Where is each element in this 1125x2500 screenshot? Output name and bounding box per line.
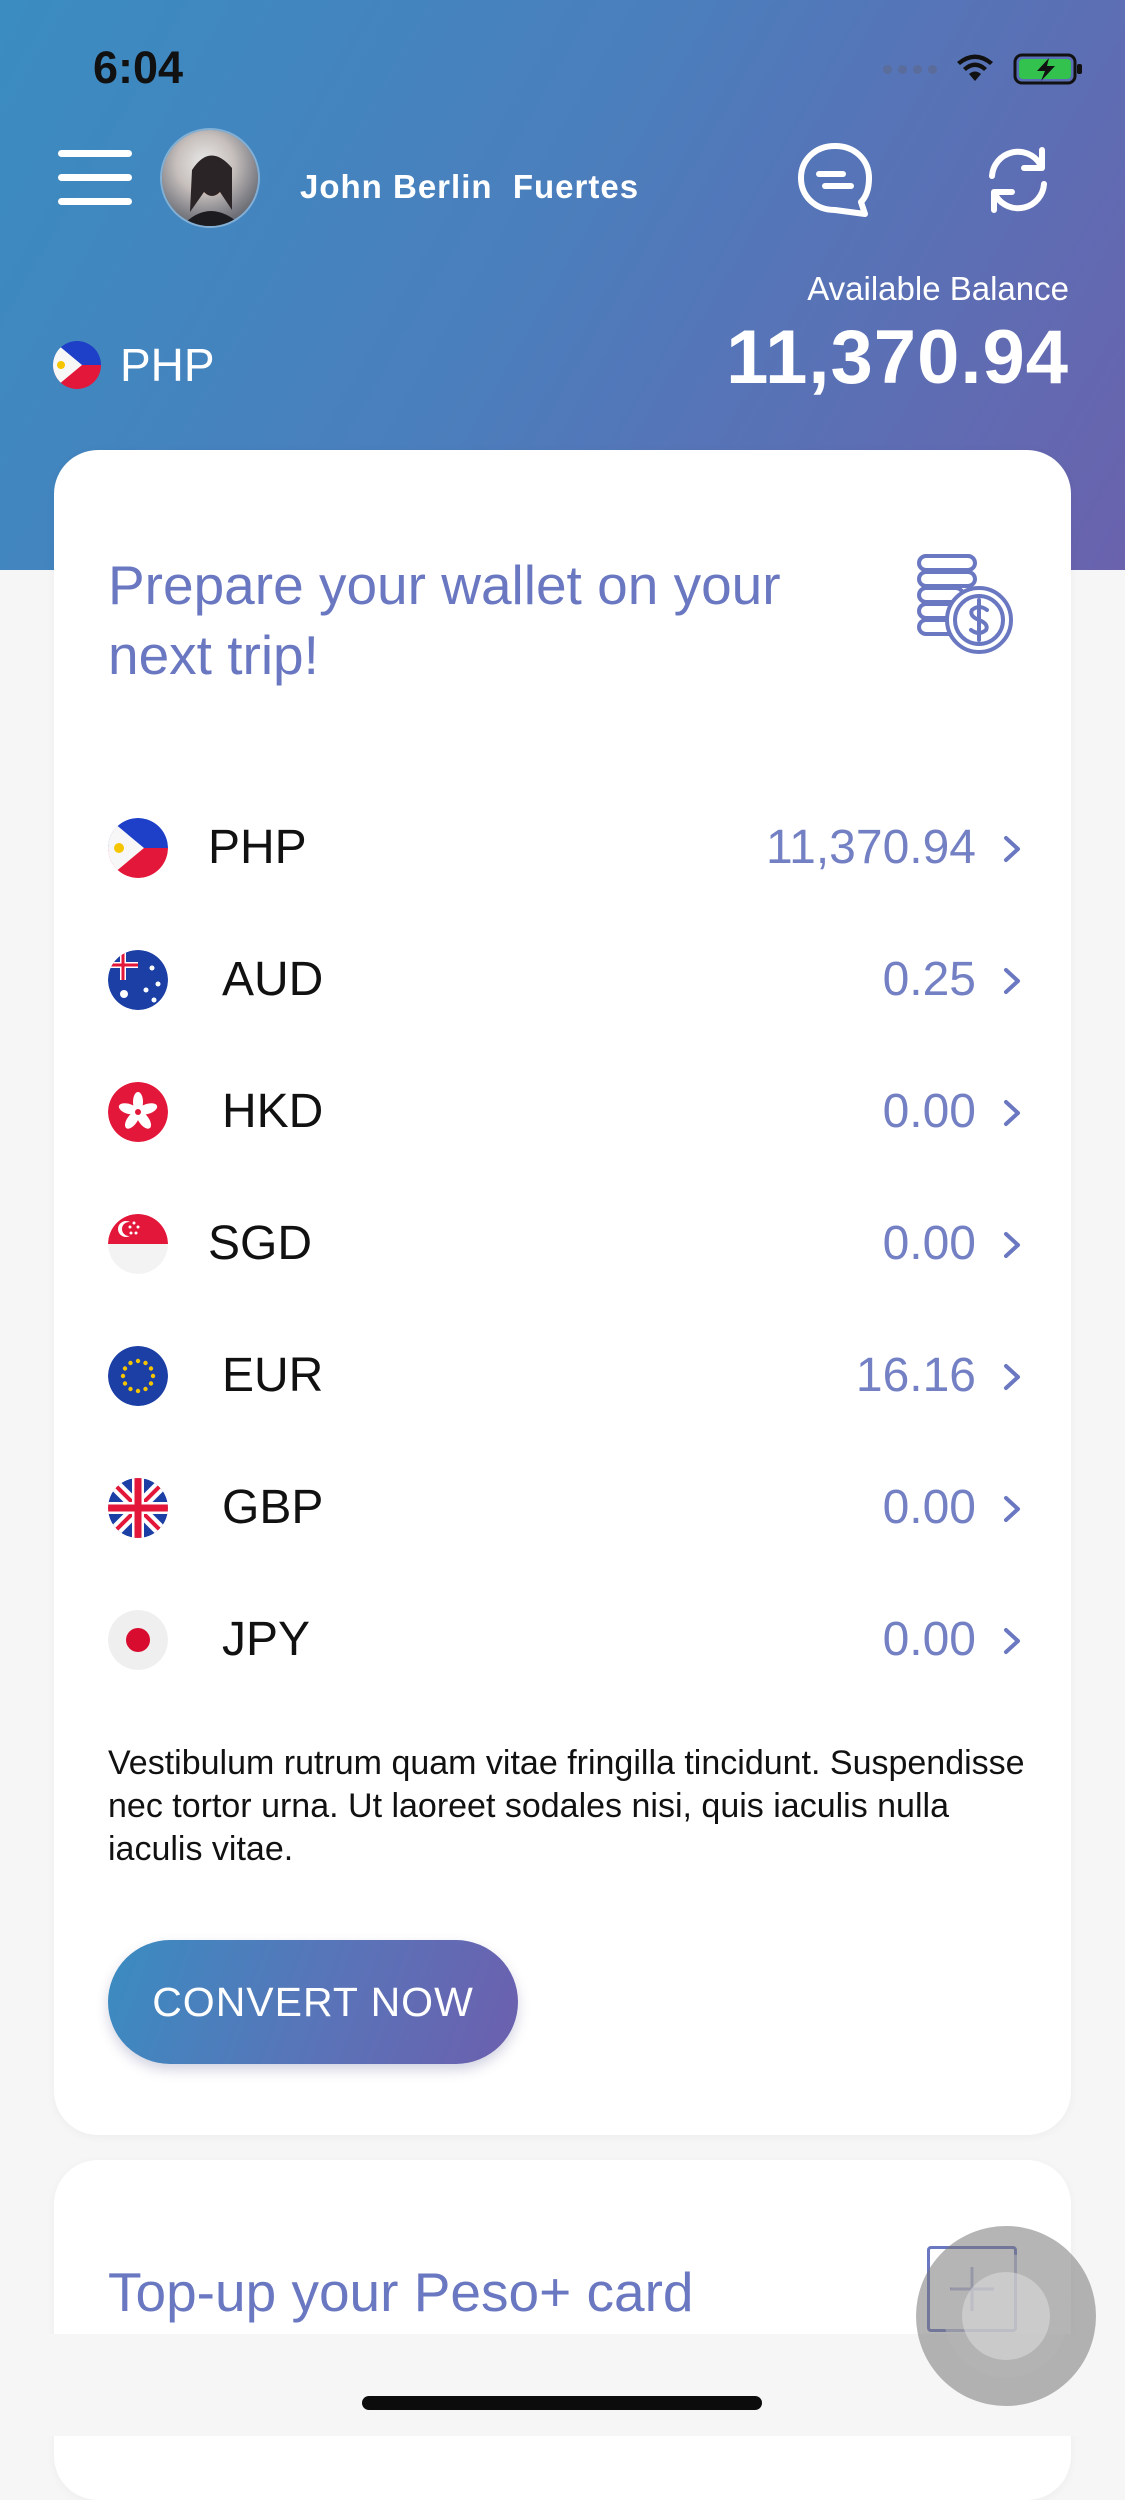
eu-flag-icon xyxy=(108,1346,168,1406)
topup-card-title: Top-up your Peso+ card xyxy=(108,2261,694,2323)
user-photo-icon xyxy=(182,155,242,226)
currency-row-gbp[interactable]: GBP 0.00 xyxy=(108,1440,1068,1572)
currency-code: GBP xyxy=(222,1481,324,1534)
currency-row-php[interactable]: PHP 11,370.94 xyxy=(108,780,1068,912)
chevron-right-icon xyxy=(1004,968,1020,994)
currency-amount: 16.16 xyxy=(855,1349,976,1402)
currency-row-aud[interactable]: AUD 0.25 xyxy=(108,912,1068,1044)
currency-amount: 11,370.94 xyxy=(766,821,976,874)
current-currency-selector[interactable]: PHP xyxy=(52,338,215,392)
status-time: 6:04 xyxy=(93,42,184,93)
wallet-card: Prepare your wallet on your next trip! P… xyxy=(54,450,1071,2135)
uk-flag-icon xyxy=(108,1478,168,1538)
refresh-icon[interactable] xyxy=(978,140,1058,220)
currency-amount: 0.00 xyxy=(882,1613,976,1666)
chat-bubble-icon[interactable] xyxy=(795,140,875,220)
coins-dollar-icon xyxy=(917,554,1013,654)
chevron-right-icon xyxy=(1004,1100,1020,1126)
currency-code: SGD xyxy=(208,1217,313,1270)
chevron-right-icon xyxy=(1004,1496,1020,1522)
battery-charging-icon xyxy=(1013,53,1082,85)
hamburger-menu-icon[interactable] xyxy=(58,148,132,208)
convert-now-button[interactable]: CONVERT NOW xyxy=(108,1940,518,2064)
currency-amount: 0.00 xyxy=(882,1085,976,1138)
singapore-flag-icon xyxy=(108,1214,168,1274)
currency-code: EUR xyxy=(222,1349,324,1402)
wallet-card-title: Prepare your wallet on your next trip! xyxy=(108,554,781,686)
chevron-right-icon xyxy=(1004,1232,1020,1258)
chevron-right-icon xyxy=(1004,1628,1020,1654)
status-bar-icons xyxy=(883,52,1085,86)
assistive-touch-button[interactable] xyxy=(916,2226,1096,2406)
philippines-flag-icon xyxy=(53,341,101,389)
currency-list: PHP 11,370.94 AUD 0.25 HKD 0.00 SGD 0.00… xyxy=(108,780,1068,1704)
currency-row-hkd[interactable]: HKD 0.00 xyxy=(108,1044,1068,1176)
japan-flag-icon xyxy=(108,1610,168,1670)
currency-code: PHP xyxy=(208,821,307,874)
currency-amount: 0.00 xyxy=(882,1481,976,1534)
wallet-description: Vestibulum rutrum quam vitae fringilla t… xyxy=(108,1744,1025,1868)
user-name: John Berlin Fuertes xyxy=(300,168,640,205)
currency-row-jpy[interactable]: JPY 0.00 xyxy=(108,1572,1068,1704)
currency-amount: 0.25 xyxy=(882,953,976,1006)
chevron-right-icon xyxy=(1004,836,1020,862)
chevron-right-icon xyxy=(1004,1364,1020,1390)
currency-row-sgd[interactable]: SGD 0.00 xyxy=(108,1176,1068,1308)
currency-row-eur[interactable]: EUR 16.16 xyxy=(108,1308,1068,1440)
currency-code: AUD xyxy=(222,953,324,1006)
current-currency-code: PHP xyxy=(120,339,215,391)
balance-label: Available Balance xyxy=(807,270,1069,307)
philippines-flag-icon xyxy=(108,818,168,878)
avatar[interactable] xyxy=(162,130,258,226)
australia-flag-icon xyxy=(108,950,168,1010)
wifi-icon xyxy=(957,54,993,81)
hong-kong-flag-icon xyxy=(108,1082,168,1142)
currency-amount: 0.00 xyxy=(882,1217,976,1270)
currency-code: HKD xyxy=(222,1085,324,1138)
home-indicator[interactable] xyxy=(362,2396,762,2410)
currency-code: JPY xyxy=(222,1613,311,1666)
cellular-signal-icon xyxy=(883,64,937,74)
balance-amount: 11,370.94 xyxy=(726,315,1069,400)
